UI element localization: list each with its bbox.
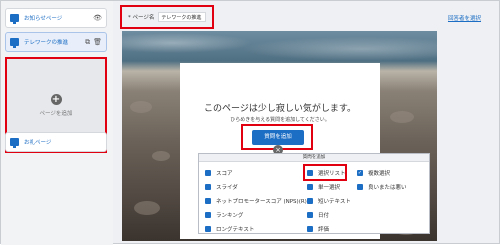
monitor-icon [10, 138, 19, 148]
eye-icon[interactable]: 👁 [93, 14, 102, 22]
empty-page-subtitle: ひらめきを与える質問を追加してください。 [230, 117, 330, 123]
monitor-icon [10, 38, 19, 48]
menu-item-single-choice[interactable]: 単一選択 [307, 183, 340, 191]
page-name-input[interactable] [158, 12, 207, 22]
checkbox-icon: ✓ [357, 170, 363, 176]
menu-item-good-or-bad[interactable]: 良いまたは悪い [357, 183, 407, 191]
nps-icon [205, 198, 211, 204]
page-card-label: お礼ページ [24, 140, 52, 146]
rating-icon [307, 226, 313, 232]
menu-item-score[interactable]: スコア [205, 169, 233, 177]
ranking-icon [205, 212, 211, 218]
empty-page-title: このページは少し寂しい気がします。 [204, 104, 356, 114]
menu-item-long-text[interactable]: ロングテキスト [205, 225, 254, 233]
page-name-field-group: * ページ名 [120, 5, 214, 29]
menu-item-rating[interactable]: 評価 [307, 225, 329, 233]
page-name-label: * ページ名 [128, 15, 155, 21]
question-type-menu: 質問を追加 スコア スライダ ネットプロモータースコア (NPS)(R) ランキ… [198, 153, 430, 234]
page-header-bar: * ページ名 回答者を選択 [117, 1, 500, 31]
page-editor: * ページ名 回答者を選択 このページは少し寂しい気がします。 ひらめきを与える… [117, 1, 500, 245]
menu-item-slider[interactable]: スライダ [205, 183, 238, 191]
menu-item-short-text[interactable]: 短いテキスト [307, 197, 351, 205]
menu-item-ranking[interactable]: ランキング [205, 211, 243, 219]
menu-item-date[interactable]: 日付 [307, 211, 329, 219]
slider-icon [205, 184, 211, 190]
copy-icon[interactable]: ⧉ [85, 38, 90, 47]
menu-item-nps[interactable]: ネットプロモータースコア (NPS)(R) [205, 197, 307, 205]
app-window: お知らせページ 👁 テレワークの推進 ⧉ 🗑 + ページを追加 お礼ページ * … [0, 0, 500, 245]
short-text-icon [307, 198, 313, 204]
thumbs-icon [357, 184, 363, 190]
menu-item-multiple-choice[interactable]: ✓ 複数選択 [357, 169, 390, 177]
menu-header: 質問を追加 [199, 154, 429, 162]
monitor-icon [10, 14, 19, 24]
page-card-notice[interactable]: お知らせページ 👁 [5, 8, 107, 28]
calendar-icon [307, 212, 313, 218]
page-card-thanks[interactable]: お礼ページ [5, 132, 107, 152]
pages-sidebar: お知らせページ 👁 テレワークの推進 ⧉ 🗑 + ページを追加 お礼ページ [1, 1, 113, 245]
long-text-icon [205, 226, 211, 232]
add-question-button[interactable]: 質問を追加 [252, 130, 304, 145]
score-icon [205, 170, 211, 176]
trash-icon[interactable]: 🗑 [93, 38, 102, 46]
page-card-label: お知らせページ [24, 16, 63, 22]
single-choice-icon [307, 184, 313, 190]
page-card-label: テレワークの推進 [24, 40, 69, 46]
add-page-label: ページを追加 [39, 110, 73, 117]
menu-item-select-list[interactable]: 選択リスト [307, 169, 346, 177]
plus-icon: + [50, 93, 62, 105]
page-card-telework[interactable]: テレワークの推進 ⧉ 🗑 [5, 32, 107, 52]
hide-title-link[interactable]: 回答者を選択 [448, 14, 481, 22]
select-list-icon [307, 170, 313, 176]
